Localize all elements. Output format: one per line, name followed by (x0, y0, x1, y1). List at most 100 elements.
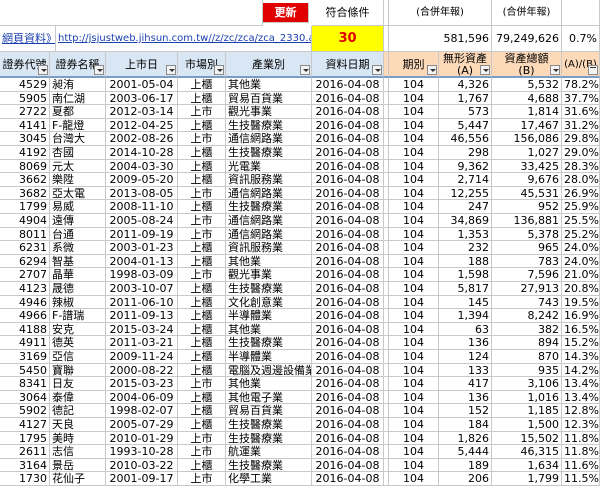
cell-intangible[interactable]: 184 (439, 418, 492, 432)
cell-ratio[interactable]: 12.3% (562, 418, 600, 432)
cell-period[interactable]: 104 (389, 404, 439, 418)
cell-market[interactable]: 上市 (178, 268, 226, 282)
cell-listed-date[interactable]: 2000-08-22 (106, 363, 178, 378)
cell-ratio[interactable]: 20.8% (562, 282, 600, 296)
cell-market[interactable]: 上櫃 (178, 322, 226, 337)
cell-intangible[interactable]: 298 (439, 146, 492, 160)
cell-listed-date[interactable]: 2010-03-22 (106, 458, 178, 473)
cell-intangible[interactable]: 189 (439, 458, 492, 473)
filter-dropdown-icon[interactable] (372, 65, 382, 75)
table-row[interactable]: 1799 易威 2008-11-10 上櫃 生技醫療業 2016-04-08 104 247 9… (0, 200, 600, 214)
cell-market[interactable]: 上市 (178, 214, 226, 228)
cell-period[interactable]: 104 (389, 132, 439, 146)
cell-name[interactable]: 台通 (50, 227, 106, 242)
cell-listed-date[interactable]: 2012-03-14 (106, 105, 178, 119)
header-market[interactable]: 市場別 (178, 52, 226, 78)
cell-name[interactable]: 杏國 (50, 146, 106, 160)
table-row[interactable]: 2611 志信 1993-10-28 上市 航運業 2016-04-08 104 5,444 4… (0, 445, 600, 459)
cell-market[interactable]: 上櫃 (178, 173, 226, 187)
cell-total-assets[interactable]: 1,185 (492, 404, 562, 418)
cell-period[interactable]: 104 (389, 295, 439, 310)
cell-ratio[interactable]: 31.2% (562, 118, 600, 133)
cell-ratio[interactable]: 29.8% (562, 132, 600, 146)
cell-code[interactable]: 8011 (0, 227, 50, 242)
cell-code[interactable]: 3662 (0, 173, 50, 187)
cell-market[interactable]: 上櫃 (178, 200, 226, 214)
cell-code[interactable]: 4911 (0, 336, 50, 350)
cell-data-date[interactable]: 2016-04-08 (312, 78, 384, 92)
header-code[interactable]: 證券代號 (0, 52, 50, 78)
table-row[interactable]: 4141 F-龍燈 2012-04-25 上櫃 生技醫療業 2016-04-08 104 5,… (0, 118, 600, 133)
table-row[interactable]: 3169 亞信 2009-11-24 上櫃 半導體業 2016-04-08 104 124 87… (0, 350, 600, 364)
cell-total-assets[interactable]: 1,027 (492, 146, 562, 160)
filter-dropdown-icon[interactable] (300, 65, 310, 75)
cell-total-assets[interactable]: 382 (492, 322, 562, 337)
cell-period[interactable]: 104 (389, 214, 439, 228)
cell-name[interactable]: 辣椒 (50, 295, 106, 310)
cell-data-date[interactable]: 2016-04-08 (312, 377, 384, 391)
cell-ratio[interactable]: 31.6% (562, 105, 600, 119)
cell-industry[interactable]: 半導體業 (226, 350, 312, 364)
cell-data-date[interactable]: 2016-04-08 (312, 418, 384, 432)
cell-code[interactable]: 3064 (0, 390, 50, 405)
cell-code[interactable]: 4188 (0, 322, 50, 337)
cell-period[interactable]: 104 (389, 282, 439, 296)
cell-intangible[interactable]: 1,826 (439, 431, 492, 446)
cell-intangible[interactable]: 124 (439, 350, 492, 364)
cell-total-assets[interactable]: 17,467 (492, 118, 562, 133)
table-row[interactable]: 2722 夏都 2012-03-14 上市 觀光事業 2016-04-08 104 573 1,… (0, 105, 600, 119)
cell-ratio[interactable]: 29.0% (562, 146, 600, 160)
header-ratio[interactable]: (A)/(B) (562, 52, 600, 78)
cell-name[interactable]: 花仙子 (50, 472, 106, 486)
cell-data-date[interactable]: 2016-04-08 (312, 91, 384, 106)
cell-market[interactable]: 上市 (178, 377, 226, 391)
cell-intangible[interactable]: 232 (439, 241, 492, 255)
cell-name[interactable]: 泰偉 (50, 390, 106, 405)
table-row[interactable]: 3045 台灣大 2002-08-26 上市 通信網路業 2016-04-08 104 46,… (0, 132, 600, 146)
cell-ratio[interactable]: 16.9% (562, 309, 600, 323)
cell-industry[interactable]: 生技醫療業 (226, 118, 312, 133)
filter-dropdown-icon[interactable] (214, 65, 224, 75)
cell-listed-date[interactable]: 2003-10-07 (106, 282, 178, 296)
cell-ratio[interactable]: 13.4% (562, 390, 600, 405)
cell-ratio[interactable]: 26.9% (562, 186, 600, 201)
cell-period[interactable]: 104 (389, 105, 439, 119)
cell-industry[interactable]: 觀光事業 (226, 268, 312, 282)
cell-industry[interactable]: 化學工業 (226, 472, 312, 486)
source-url-link[interactable]: http://jsjustweb.jihsun.com.tw//z/zc/zca… (56, 26, 312, 52)
table-row[interactable]: 3682 亞太電 2013-08-05 上市 通信網路業 2016-04-08 104 12,… (0, 186, 600, 201)
cell-intangible[interactable]: 136 (439, 390, 492, 405)
table-row[interactable]: 4946 辣椒 2011-06-10 上櫃 文化創意業 2016-04-08 104 145 7… (0, 295, 600, 310)
cell-ratio[interactable]: 37.7% (562, 91, 600, 106)
cell-code[interactable]: 2707 (0, 268, 50, 282)
table-row[interactable]: 5902 德記 1998-02-07 上櫃 貿易百貨業 2016-04-08 104 152 1… (0, 404, 600, 418)
cell-data-date[interactable]: 2016-04-08 (312, 118, 384, 133)
cell-intangible[interactable]: 1,353 (439, 227, 492, 242)
cell-market[interactable]: 上市 (178, 186, 226, 201)
cell-market[interactable]: 上市 (178, 431, 226, 446)
cell-ratio[interactable]: 11.8% (562, 445, 600, 459)
cell-total-assets[interactable]: 5,532 (492, 78, 562, 92)
cell-name[interactable]: F-龍燈 (50, 118, 106, 133)
table-row[interactable]: 3164 景岳 2010-03-22 上櫃 生技醫療業 2016-04-08 104 189 1… (0, 458, 600, 473)
cell-industry[interactable]: 資訊服務業 (226, 241, 312, 255)
cell-industry[interactable]: 生技醫療業 (226, 418, 312, 432)
cell-total-assets[interactable]: 783 (492, 254, 562, 269)
cell-industry[interactable]: 其他電子業 (226, 390, 312, 405)
cell-code[interactable]: 5905 (0, 91, 50, 106)
cell-total-assets[interactable]: 45,531 (492, 186, 562, 201)
cell-listed-date[interactable]: 2009-11-24 (106, 350, 178, 364)
cell-name[interactable]: 易威 (50, 200, 106, 214)
cell-period[interactable]: 104 (389, 254, 439, 269)
cell-code[interactable]: 6294 (0, 254, 50, 269)
cell-market[interactable]: 上櫃 (178, 363, 226, 378)
cell-name[interactable]: 志信 (50, 445, 106, 459)
cell-data-date[interactable]: 2016-04-08 (312, 214, 384, 228)
cell-code[interactable]: 8069 (0, 159, 50, 174)
cell-listed-date[interactable]: 2011-03-21 (106, 336, 178, 350)
cell-total-assets[interactable]: 1,814 (492, 105, 562, 119)
cell-listed-date[interactable]: 2001-09-17 (106, 472, 178, 486)
cell-total-assets[interactable]: 952 (492, 200, 562, 214)
cell-code[interactable]: 4529 (0, 78, 50, 92)
cell-period[interactable]: 104 (389, 186, 439, 201)
